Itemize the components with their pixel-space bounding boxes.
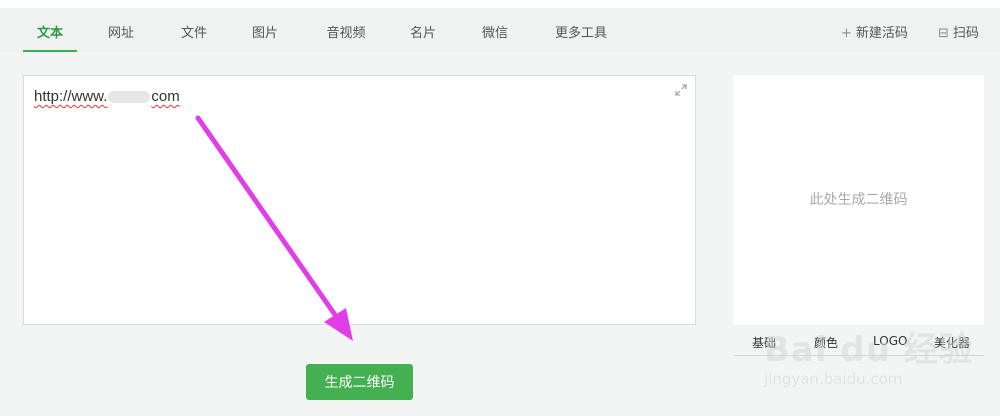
- tab-url[interactable]: 网址: [97, 16, 145, 52]
- tab-file[interactable]: 文件: [170, 16, 218, 52]
- qrcode-preview-panel: 此处生成二维码: [733, 75, 984, 325]
- editor-content[interactable]: http://www. com: [34, 88, 180, 105]
- content-editor[interactable]: http://www. com: [23, 75, 696, 325]
- plus-icon: +: [841, 26, 852, 41]
- expand-icon[interactable]: [674, 83, 688, 97]
- scan-label: 扫码: [952, 26, 979, 41]
- baidu-jingyan-watermark: Bai du 经验 jingyan.baidu.com: [750, 302, 980, 398]
- new-dynamic-code-label: 新建活码: [855, 26, 908, 41]
- tab-audio-video[interactable]: 音视频: [318, 16, 374, 52]
- top-tab-bar: 文本 网址 文件 图片 音视频 名片 微信 更多工具 + 新建活码 ⊟ 扫码: [0, 0, 1000, 52]
- url-prefix: http://www.: [34, 88, 108, 105]
- watermark-logo: Bai du 经验: [764, 330, 974, 370]
- new-dynamic-code-button[interactable]: + 新建活码: [841, 16, 908, 52]
- redacted-domain: [108, 91, 151, 104]
- scan-button[interactable]: ⊟ 扫码: [938, 16, 979, 52]
- scan-icon: ⊟: [938, 26, 949, 41]
- url-suffix: com: [151, 88, 180, 105]
- tab-image[interactable]: 图片: [241, 16, 289, 52]
- generate-qrcode-button[interactable]: 生成二维码: [306, 364, 413, 400]
- watermark-url: jingyan.baidu.com: [764, 370, 903, 388]
- preview-placeholder: 此处生成二维码: [809, 192, 908, 208]
- tab-more-tools[interactable]: 更多工具: [548, 16, 614, 52]
- tab-wechat[interactable]: 微信: [471, 16, 519, 52]
- tab-business-card[interactable]: 名片: [399, 16, 447, 52]
- tab-text[interactable]: 文本: [23, 16, 77, 52]
